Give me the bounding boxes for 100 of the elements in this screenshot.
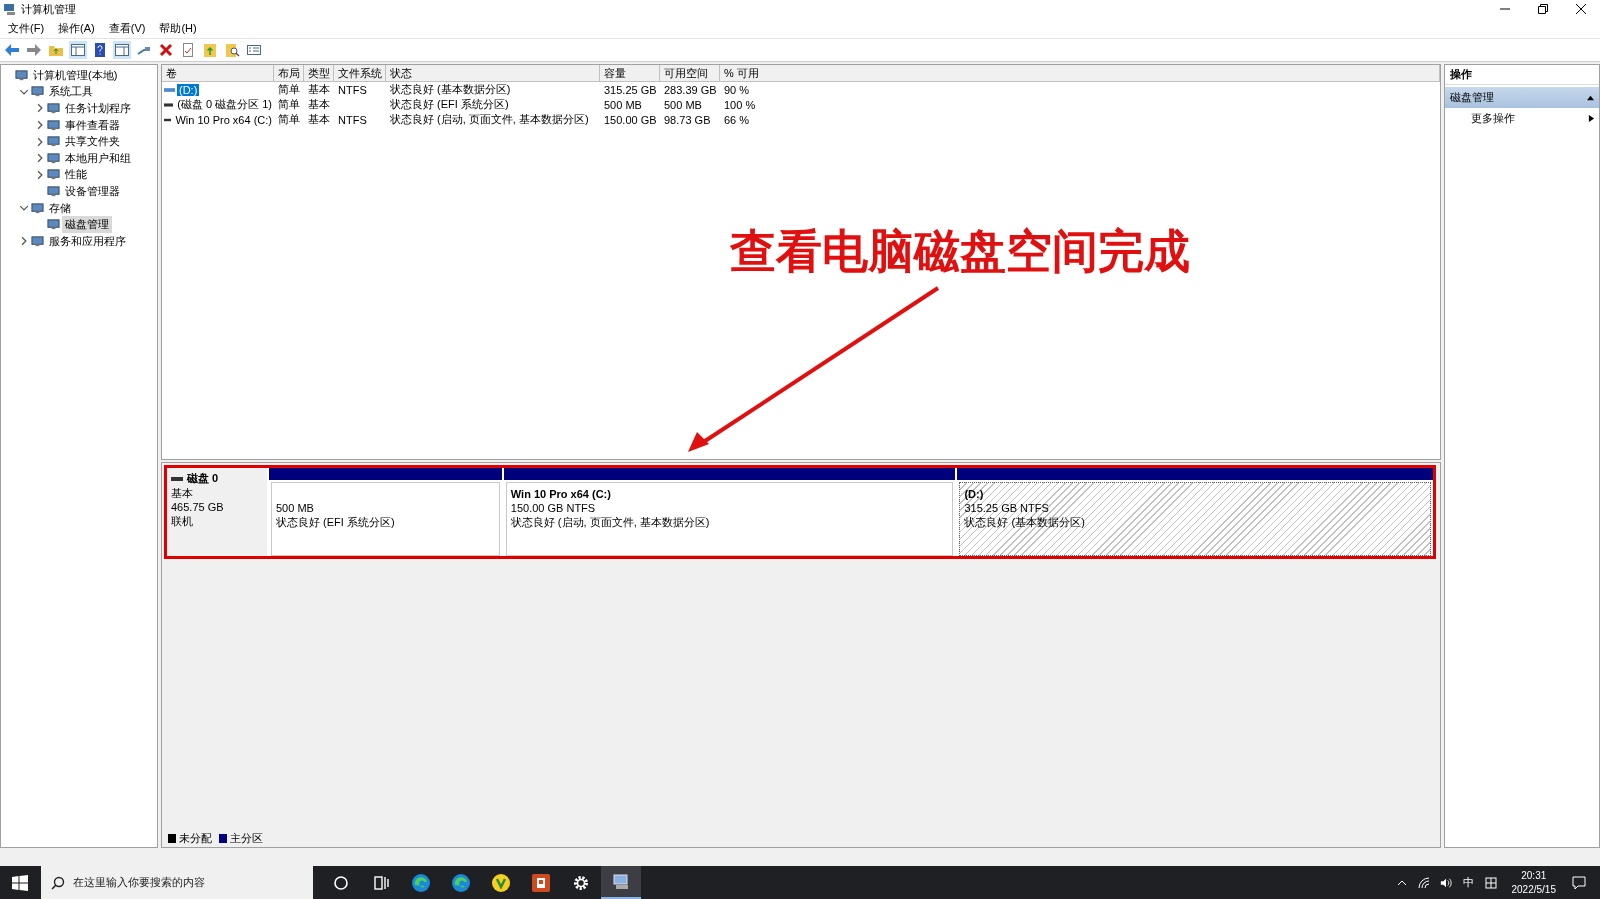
actions-header: 操作 — [1445, 65, 1599, 85]
table-cell: 状态良好 (启动, 页面文件, 基本数据分区) — [390, 113, 589, 125]
table-cell: 状态良好 (基本数据分区) — [390, 83, 511, 95]
chevron-icon[interactable] — [35, 153, 45, 164]
tree-item[interactable]: 事件查看器 — [62, 116, 123, 134]
taskbar-app[interactable] — [601, 866, 641, 899]
browser-icon — [451, 872, 471, 893]
tree-item[interactable]: 设备管理器 — [62, 182, 123, 200]
menu-item[interactable]: 帮助(H) — [159, 20, 197, 36]
input-method[interactable]: 中 — [1462, 875, 1474, 890]
actions-section[interactable]: 磁盘管理 — [1445, 87, 1599, 108]
table-cell: 100 % — [724, 98, 756, 111]
action-link[interactable]: 更多操作 — [1471, 111, 1515, 126]
monitor-icon — [47, 151, 60, 165]
partition-block[interactable]: Win 10 Pro x64 (C:) 150.00 GB NTFS 状态良好 (启动, 页面文件, 基本数据分区) — [505, 482, 954, 556]
tree-item[interactable]: 存储 — [46, 199, 74, 217]
column-header[interactable]: 容量 — [600, 65, 660, 81]
legend-label: 未分配 — [179, 830, 212, 846]
search-field[interactable]: 在这里输入你要搜索的内容 — [41, 866, 313, 899]
monitor-icon — [47, 184, 60, 198]
disk-type: 基本 — [171, 487, 194, 500]
keyboard-mode-icon[interactable] — [1484, 876, 1497, 889]
table-cell: 简单 — [278, 98, 300, 110]
network-icon[interactable] — [1417, 876, 1430, 889]
monitor-icon — [47, 135, 60, 149]
tree-item[interactable]: 共享文件夹 — [62, 133, 123, 151]
browser-icon — [411, 872, 431, 893]
column-header[interactable]: 可用空间 — [660, 65, 720, 81]
monitor-icon — [47, 118, 60, 132]
search-icon — [51, 875, 65, 890]
collapse-icon[interactable] — [1587, 94, 1594, 101]
tree-item[interactable]: 服务和应用程序 — [46, 232, 129, 250]
app-icon — [491, 872, 511, 893]
monitor-icon — [31, 85, 44, 99]
close-icon[interactable] — [1576, 4, 1586, 14]
forward-arrow-icon[interactable] — [25, 41, 43, 59]
volume-name[interactable]: Win 10 Pro x64 (C:) — [173, 113, 274, 126]
partition-status: 状态良好 (EFI 系统分区) — [276, 515, 395, 529]
table-cell: NTFS — [338, 83, 367, 96]
table-cell: 283.39 GB — [664, 83, 717, 96]
window-title: 计算机管理 — [21, 1, 76, 17]
legend-label: 主分区 — [230, 830, 263, 846]
column-header[interactable]: 类型 — [304, 65, 334, 81]
column-header[interactable]: 卷 — [162, 65, 274, 81]
volume-name[interactable]: (磁盘 0 磁盘分区 1) — [175, 97, 274, 112]
monitor-icon — [15, 68, 28, 82]
disk-name: 磁盘 0 — [187, 471, 219, 486]
table-cell: 简单 — [278, 113, 300, 125]
table-cell: 150.00 GB — [604, 113, 657, 126]
table-cell: 98.73 GB — [664, 113, 711, 126]
annotation-text: 查看电脑磁盘空间完成 — [730, 224, 1190, 279]
table-cell: 90 % — [724, 83, 750, 96]
partition-size: 150.00 GB NTFS — [510, 501, 596, 515]
tree-item[interactable]: 任务计划程序 — [62, 100, 134, 117]
table-cell: 基本 — [308, 113, 330, 125]
partition-status: 状态良好 (启动, 页面文件, 基本数据分区) — [510, 515, 710, 529]
action-pane-icon[interactable] — [113, 41, 131, 59]
chevron-icon[interactable] — [35, 103, 45, 114]
disk-status: 联机 — [171, 515, 194, 528]
tree-item[interactable]: 本地用户和组 — [62, 149, 134, 167]
drive-icon — [164, 86, 175, 93]
tree-item[interactable]: 系统工具 — [46, 83, 96, 101]
restore-icon[interactable] — [1538, 4, 1548, 14]
partition-block[interactable]: 500 MB 状态良好 (EFI 系统分区) — [271, 482, 500, 556]
chevron-icon[interactable] — [35, 136, 45, 147]
table-cell: NTFS — [338, 113, 367, 126]
table-cell: 500 MB — [664, 98, 702, 111]
clock[interactable]: 20:31 2022/5/15 — [1511, 868, 1556, 897]
submenu-arrow-icon — [1588, 115, 1595, 122]
column-header[interactable]: 状态 — [386, 65, 600, 81]
table-cell: 基本 — [308, 83, 330, 95]
partition-status: 状态良好 (基本数据分区) — [964, 515, 1085, 529]
column-header[interactable]: 文件系统 — [334, 65, 386, 81]
menu-item[interactable]: 文件(F) — [8, 20, 45, 36]
chevron-icon[interactable] — [19, 236, 29, 247]
chevron-icon[interactable] — [35, 169, 45, 180]
partition-block[interactable]: (D:) 315.25 GB NTFS 状态良好 (基本数据分区) — [959, 482, 1431, 556]
monitor-icon — [47, 168, 60, 182]
table-cell: 500 MB — [604, 98, 642, 111]
partition-size: 315.25 GB NTFS — [964, 501, 1049, 515]
partition-title: (D:) — [964, 487, 984, 501]
console-tree-icon[interactable] — [69, 41, 87, 59]
column-header[interactable]: 布局 — [274, 65, 304, 81]
table-cell: 基本 — [308, 98, 330, 110]
menu-item[interactable]: 操作(A) — [58, 20, 95, 36]
menu-item[interactable]: 查看(V) — [108, 20, 146, 36]
volume-name[interactable]: (D:) — [177, 83, 200, 96]
tree-item[interactable]: 磁盘管理 — [62, 216, 112, 234]
folder-search-icon[interactable] — [223, 41, 241, 59]
volume-icon[interactable] — [1439, 876, 1452, 889]
disk-size: 465.75 GB — [171, 501, 225, 514]
table-cell: 状态良好 (EFI 系统分区) — [390, 98, 509, 110]
table-cell: 66 % — [724, 113, 750, 126]
delete-icon[interactable] — [157, 41, 175, 59]
column-header[interactable]: % 可用 — [720, 65, 1440, 81]
computer-management-icon — [611, 871, 631, 892]
notification-icon[interactable] — [1572, 875, 1586, 890]
tree-item[interactable]: 计算机管理(本地) — [30, 66, 121, 84]
tree-item[interactable]: 性能 — [62, 166, 90, 184]
chevron-icon[interactable] — [35, 120, 45, 131]
